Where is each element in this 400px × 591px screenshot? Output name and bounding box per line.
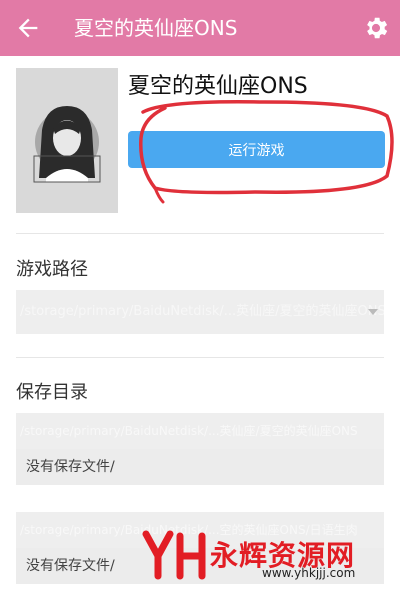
app-bar: 夏空的英仙座ONS — [0, 0, 400, 56]
watermark-logo-icon — [142, 530, 206, 580]
game-cover-image — [16, 68, 118, 213]
gear-icon[interactable] — [362, 14, 390, 42]
dropdown-arrow-icon — [368, 309, 378, 315]
save-status: 没有保存文件/ — [16, 449, 384, 485]
game-path-dropdown[interactable]: /storage/primary/BaiduNetdisk/...英仙座/夏空的… — [16, 290, 384, 334]
back-arrow-icon[interactable] — [14, 14, 42, 42]
game-path-label: 游戏路径 — [16, 259, 88, 280]
app-title: 夏空的英仙座ONS — [74, 16, 238, 40]
avatar-placeholder-icon — [33, 106, 101, 183]
game-title: 夏空的英仙座ONS — [128, 74, 308, 99]
watermark-url: www.yhkjjj.com — [262, 566, 356, 580]
save-path: /storage/primary/BaiduNetdisk/...英仙座/夏空的… — [20, 424, 358, 438]
save-dir-label: 保存目录 — [16, 382, 88, 403]
divider — [16, 233, 384, 234]
game-path-value: /storage/primary/BaiduNetdisk/...英仙座/夏空的… — [20, 304, 384, 319]
red-highlight-scribble — [139, 99, 394, 204]
save-entry[interactable]: /storage/primary/BaiduNetdisk/...英仙座/夏空的… — [16, 413, 384, 485]
divider — [16, 357, 384, 358]
